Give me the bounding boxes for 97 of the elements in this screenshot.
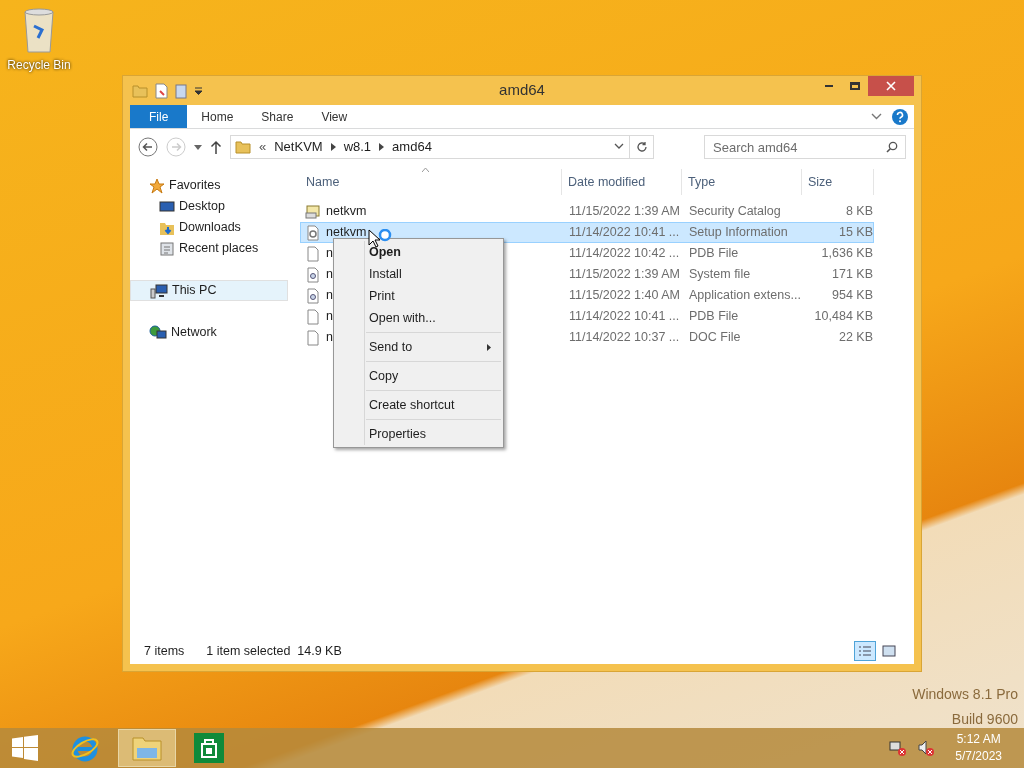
date-cell-text: 11/14/2022 10:41 ...	[568, 308, 681, 326]
column-header[interactable]: Date modified	[562, 169, 682, 195]
menu-item[interactable]: Send to	[366, 336, 501, 358]
file-name[interactable]: n	[326, 244, 333, 263]
settings-file-icon	[305, 224, 321, 241]
folder-icon	[132, 83, 148, 98]
file-name[interactable]: n	[326, 307, 333, 326]
close-icon	[886, 81, 896, 91]
search-field[interactable]: Search amd64	[704, 135, 906, 159]
type-cell-text: System file	[688, 266, 752, 284]
breadcrumb-arrow-icon[interactable]	[330, 143, 336, 151]
date-cell-text: 11/15/2022 1:39 AM	[568, 266, 681, 284]
file-name[interactable]: netkvm	[326, 202, 367, 221]
type-cell-text: Security Catalog	[688, 203, 782, 221]
recycle-bin-icon[interactable]	[22, 6, 56, 54]
date-cell-text: 11/14/2022 10:37 ...	[568, 329, 681, 347]
date-cell-text: 11/14/2022 10:41 ...	[568, 224, 681, 242]
size-cell-text: 15 KB	[837, 224, 873, 242]
selection-info: 1 item selected 14.9 KB	[206, 642, 342, 660]
menu-item[interactable]: Print	[336, 285, 501, 307]
address-bar[interactable]: « NetKVM w8.1 amd64	[230, 135, 654, 159]
edition-text: Windows 8.1 Pro	[912, 685, 1018, 704]
refresh-icon[interactable]	[635, 141, 648, 153]
nav-item[interactable]: Downloads	[130, 217, 288, 238]
menu-item[interactable]: Copy	[366, 365, 501, 387]
type-cell-text: DOC File	[688, 329, 742, 347]
overflow-chevron[interactable]: «	[259, 137, 267, 157]
menu-item[interactable]: Create shortcut	[366, 394, 501, 416]
date-cell-text: 11/15/2022 1:39 AM	[568, 203, 681, 221]
computer-icon	[150, 282, 168, 299]
menu-item[interactable]: Properties	[366, 423, 501, 445]
file-name[interactable]: n	[326, 328, 333, 347]
speaker-muted-icon[interactable]	[917, 739, 936, 757]
star-icon	[149, 177, 165, 194]
blank-file-icon	[305, 308, 321, 325]
date-cell-text: 11/14/2022 10:42 ...	[568, 245, 681, 263]
nav-item[interactable]: Recent places	[130, 238, 288, 259]
size-cell-text: 8 KB	[844, 203, 873, 221]
breadcrumb[interactable]: w8.1	[343, 137, 372, 157]
nav-item[interactable]: This PC	[130, 280, 288, 301]
size-cell-text: 1,636 KB	[820, 245, 873, 263]
nav-item[interactable]: Desktop	[130, 196, 288, 217]
type-cell-text: PDB File	[688, 245, 740, 263]
date-cell-text: 11/15/2022 1:40 AM	[568, 287, 681, 305]
column-header[interactable]: Type	[682, 169, 802, 195]
edition-text: Build 9600	[951, 710, 1018, 729]
size-cell-text: 171 KB	[831, 266, 873, 284]
size-cell-text: 22 KB	[837, 329, 873, 347]
network-error-icon[interactable]	[889, 739, 908, 757]
search-icon	[886, 141, 898, 153]
ribbon-tab[interactable]: Share	[247, 105, 308, 128]
folder-icon	[235, 140, 251, 154]
file-name[interactable]: n	[326, 265, 333, 284]
type-cell-text: Setup Information	[688, 224, 789, 242]
windows-logo-icon	[12, 735, 38, 761]
file-name[interactable]: netkvm	[326, 223, 367, 242]
ribbon-tab[interactable]: File	[130, 105, 188, 128]
certificate-file-icon	[305, 203, 321, 220]
type-cell-text: PDB File	[688, 308, 740, 326]
details-list-icon	[858, 645, 872, 657]
size-cell-text: 10,484 KB	[813, 308, 873, 326]
thumbnail-icon	[882, 645, 896, 657]
gear-file-icon	[305, 266, 321, 283]
nav-item[interactable]: Network	[130, 322, 288, 343]
network-icon	[149, 324, 167, 341]
menu-item[interactable]: Install	[336, 263, 501, 285]
column-header[interactable]: Name	[300, 169, 562, 195]
up-arrow-icon[interactable]	[210, 140, 222, 154]
menu-item[interactable]: Open	[336, 241, 501, 263]
dropdown-caret-icon[interactable]	[194, 86, 203, 95]
properties-icon[interactable]	[154, 82, 168, 99]
store-bag-icon	[194, 733, 224, 763]
recent-places-icon	[159, 240, 175, 257]
breadcrumb[interactable]: amd64	[392, 137, 432, 157]
help-icon[interactable]	[892, 108, 908, 125]
submenu-arrow-icon	[487, 343, 491, 351]
column-header[interactable]: Size	[802, 169, 874, 195]
selected-row-highlight[interactable]: netkvm 11/14/2022 10:41 ... Setup Information 15 KB	[300, 222, 874, 243]
type-cell-text: Application extens...	[688, 287, 802, 305]
item-count: 7 items	[144, 642, 185, 660]
blank-file-icon	[305, 329, 321, 346]
chevron-down-icon[interactable]	[871, 113, 882, 120]
recent-caret-icon[interactable]	[194, 144, 202, 150]
gear-file-icon	[305, 287, 321, 304]
blank-file-icon	[305, 245, 321, 262]
size-cell-text: 954 KB	[831, 287, 873, 305]
monitor-icon	[159, 199, 175, 214]
breadcrumb-arrow-icon[interactable]	[379, 143, 385, 151]
window-title: amd64	[498, 80, 546, 101]
breadcrumb[interactable]: NetKVM	[274, 137, 323, 157]
folder-icon	[131, 734, 163, 762]
mouse-pointer-icon	[368, 229, 392, 249]
file-name[interactable]: n	[326, 286, 333, 305]
nav-item[interactable]: Favorites	[130, 175, 288, 196]
menu-item[interactable]: Open with...	[336, 307, 501, 329]
ribbon-tab[interactable]: View	[307, 105, 362, 128]
ribbon-tab[interactable]: Home	[187, 105, 248, 128]
